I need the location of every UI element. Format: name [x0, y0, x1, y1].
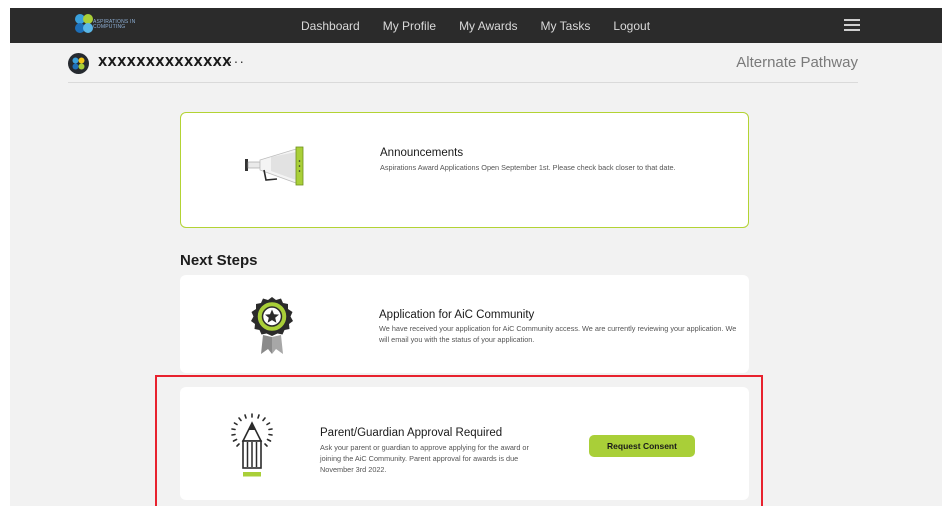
- nav-links: Dashboard My Profile My Awards My Tasks …: [301, 8, 673, 43]
- pencil-icon: [231, 413, 273, 477]
- nav-my-awards[interactable]: My Awards: [459, 19, 517, 33]
- request-consent-button[interactable]: Request Consent: [589, 435, 695, 457]
- application-body: We have received your application for Ai…: [379, 324, 737, 344]
- parent-approval-body: Ask your parent or guardian to approve a…: [320, 443, 529, 474]
- avatar-logo-icon: [72, 57, 85, 70]
- nav-logout[interactable]: Logout: [613, 19, 650, 33]
- aic-logo[interactable]: ASPIRATIONS IN COMPUTING: [74, 13, 154, 37]
- application-title: Application for AiC Community: [379, 309, 535, 321]
- user-header: XXXXXXXXXXXXXX ··· Alternate Pathway: [68, 43, 858, 83]
- next-steps-heading: Next Steps: [180, 252, 258, 269]
- page: ASPIRATIONS IN COMPUTING Dashboard My Pr…: [10, 8, 942, 506]
- application-card: Application for AiC Community We have re…: [180, 275, 749, 373]
- pathway-label: Alternate Pathway: [736, 54, 858, 71]
- nav-my-tasks[interactable]: My Tasks: [541, 19, 591, 33]
- megaphone-icon: [245, 146, 304, 186]
- nav-my-profile[interactable]: My Profile: [383, 19, 436, 33]
- parent-approval-title: Parent/Guardian Approval Required: [320, 427, 503, 439]
- parent-approval-card: Parent/Guardian Approval Required Ask yo…: [180, 387, 749, 500]
- logo-text: ASPIRATIONS IN COMPUTING: [93, 19, 136, 30]
- username: XXXXXXXXXXXXXX: [98, 55, 232, 69]
- announcement-body: Aspirations Award Applications Open Sept…: [380, 163, 676, 172]
- logo-mark-icon: [75, 14, 93, 33]
- award-badge-icon: [251, 297, 293, 354]
- nav-dashboard[interactable]: Dashboard: [301, 19, 360, 33]
- announcement-title: Announcements: [380, 147, 464, 159]
- hamburger-menu-icon[interactable]: [844, 19, 860, 31]
- avatar[interactable]: [68, 53, 89, 74]
- top-navbar: ASPIRATIONS IN COMPUTING Dashboard My Pr…: [10, 8, 942, 43]
- more-options-icon[interactable]: ···: [228, 53, 245, 69]
- announcement-card: Announcements Aspirations Award Applicat…: [180, 112, 749, 228]
